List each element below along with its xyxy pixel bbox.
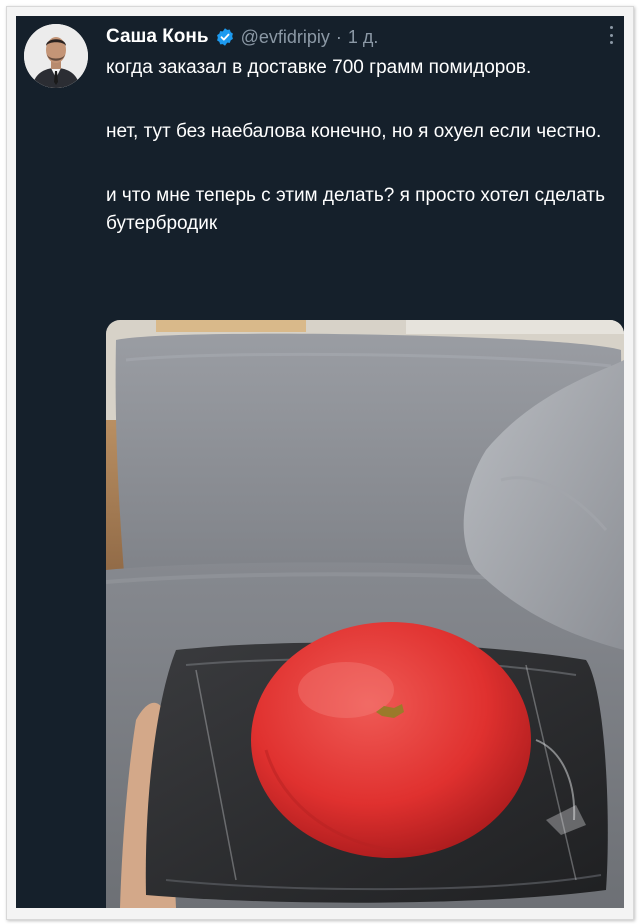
separator-dot: · (335, 26, 342, 47)
verified-badge-icon (216, 28, 233, 46)
author-name[interactable]: Саша Конь (106, 26, 209, 48)
tweet-photo[interactable] (106, 320, 624, 908)
tweet-paragraph: нет, тут без наебалова конечно, но я оху… (106, 121, 602, 142)
avatar-photo (24, 24, 88, 88)
tweet-paragraph: и что мне теперь с этим делать? я просто… (106, 185, 606, 234)
tweet-timestamp[interactable]: 1 д. (348, 27, 379, 48)
tweet-header: Саша Конь @evfidripiy · 1 д. (106, 22, 378, 52)
tweet-card: Саша Конь @evfidripiy · 1 д. когда заказ… (16, 16, 624, 908)
more-vertical-icon[interactable] (608, 26, 614, 44)
tweet-paragraph: когда заказал в доставке 700 грамм помид… (106, 57, 532, 78)
tweet-text: когда заказал в доставке 700 грамм помид… (106, 54, 606, 238)
avatar[interactable] (24, 24, 88, 88)
author-handle[interactable]: @evfidripiy (241, 27, 330, 48)
tomato-on-sofa-photo (106, 320, 624, 908)
